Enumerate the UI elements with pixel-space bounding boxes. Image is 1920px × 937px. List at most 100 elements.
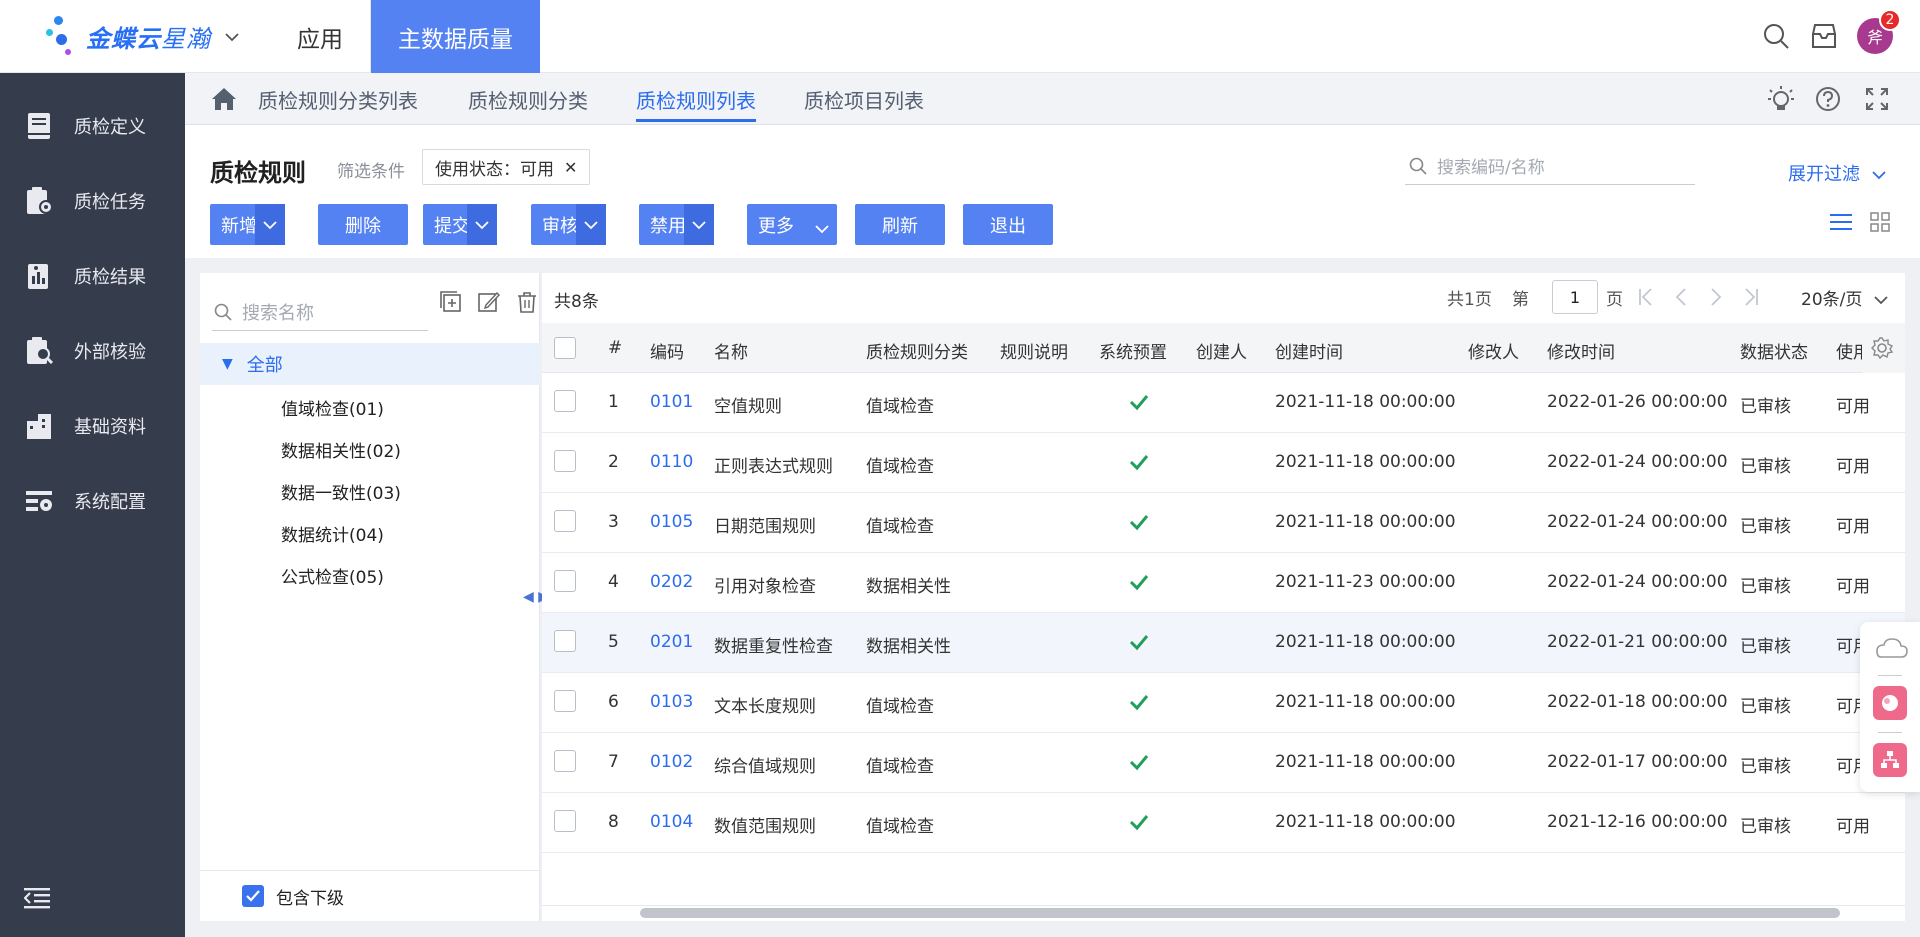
add-node-icon[interactable]	[440, 291, 462, 317]
close-icon[interactable]: ✕	[564, 158, 577, 177]
chevron-down-icon[interactable]	[684, 204, 714, 245]
tab-rule-list[interactable]: 质检规则列表	[636, 73, 756, 125]
column-header[interactable]: 编码	[650, 338, 684, 363]
column-header[interactable]: 修改人	[1468, 338, 1519, 363]
cell-code[interactable]: 0110	[650, 452, 693, 472]
cell-code[interactable]: 0105	[650, 512, 693, 532]
tree-node[interactable]: 数据统计(04)	[281, 521, 384, 546]
table-row[interactable]: 8 0104 数值范围规则 值域检查 2021-11-18 00:00:00 2021-1…	[542, 793, 1905, 853]
table-row[interactable]: 4 0202 引用对象检查 数据相关性 2021-11-23 00:00:00 2022-…	[542, 553, 1905, 613]
collapse-sidebar-icon[interactable]	[23, 886, 50, 910]
tab-item-list[interactable]: 质检项目列表	[804, 73, 924, 125]
table-row[interactable]: 1 0101 空值规则 值域检查 2021-11-18 00:00:00 2022-01-…	[542, 373, 1905, 433]
page-size-select[interactable]: 20条/页	[1801, 285, 1888, 310]
cell-code[interactable]: 0201	[650, 632, 693, 652]
search-icon[interactable]	[1762, 22, 1790, 50]
lightbulb-icon[interactable]	[1767, 85, 1795, 117]
row-checkbox[interactable]	[554, 810, 576, 832]
chevron-down-icon[interactable]	[255, 204, 285, 245]
next-page-icon[interactable]	[1709, 287, 1723, 311]
row-checkbox[interactable]	[554, 570, 576, 592]
prev-page-icon[interactable]	[1674, 287, 1688, 311]
tree-node[interactable]: 数据相关性(02)	[281, 437, 401, 462]
row-checkbox[interactable]	[554, 630, 576, 652]
refresh-button[interactable]: 刷新	[855, 204, 945, 245]
horizontal-scrollbar-thumb[interactable]	[640, 908, 1840, 918]
include-children-checkbox[interactable]	[242, 885, 264, 907]
tree-node[interactable]: 值域检查(01)	[281, 395, 384, 420]
column-header[interactable]: 数据状态	[1740, 338, 1808, 363]
cell-code[interactable]: 0202	[650, 572, 693, 592]
brand-logo[interactable]: 金蝶云星瀚	[46, 12, 239, 60]
sidebar-item-quality-result[interactable]: 质检结果	[0, 246, 185, 306]
add-button[interactable]: 新增	[210, 204, 285, 245]
search-input[interactable]: 搜索编码/名称	[1405, 147, 1695, 185]
fullscreen-icon[interactable]	[1865, 87, 1889, 115]
chevron-down-icon[interactable]	[467, 204, 497, 245]
globe-app-icon[interactable]	[1873, 686, 1907, 720]
submit-button[interactable]: 提交	[423, 204, 497, 245]
column-header[interactable]: 系统预置	[1099, 338, 1167, 363]
caret-down-icon[interactable]: ▼	[222, 356, 233, 372]
cell-code[interactable]: 0102	[650, 752, 693, 772]
sidebar-item-quality-task[interactable]: 质检任务	[0, 171, 185, 231]
edit-icon[interactable]	[478, 291, 500, 317]
help-icon[interactable]	[1815, 86, 1841, 116]
exit-button[interactable]: 退出	[963, 204, 1053, 245]
table-row[interactable]: 7 0102 综合值域规则 值域检查 2021-11-18 00:00:00 2022-0…	[542, 733, 1905, 793]
nav-master-data-quality[interactable]: 主数据质量	[371, 0, 540, 73]
cell-code[interactable]: 0101	[650, 392, 693, 412]
mail-icon[interactable]	[1810, 22, 1838, 50]
audit-button[interactable]: 审核	[531, 204, 606, 245]
column-header[interactable]: #	[608, 338, 622, 358]
column-header[interactable]: 创建时间	[1275, 338, 1343, 363]
column-header[interactable]: 创建人	[1196, 338, 1247, 363]
cloud-icon[interactable]	[1872, 636, 1908, 664]
more-button[interactable]: 更多	[747, 204, 837, 245]
disable-button[interactable]: 禁用	[639, 204, 714, 245]
chevron-down-icon[interactable]	[576, 204, 606, 245]
cell-use: 可用	[1836, 817, 1870, 837]
table-row[interactable]: 2 0110 正则表达式规则 值域检查 2021-11-18 00:00:00 2022-…	[542, 433, 1905, 493]
select-all-checkbox[interactable]	[554, 337, 576, 359]
row-checkbox[interactable]	[554, 750, 576, 772]
expand-filter-link[interactable]: 展开过滤	[1788, 160, 1886, 186]
list-view-icon[interactable]	[1830, 212, 1852, 236]
gear-icon[interactable]	[1870, 336, 1894, 364]
column-header[interactable]: 质检规则分类	[866, 338, 968, 363]
first-page-icon[interactable]	[1637, 287, 1655, 311]
cell-code[interactable]: 0103	[650, 692, 693, 712]
column-header[interactable]: 规则说明	[1000, 338, 1068, 363]
tree-node-all[interactable]: ▼ 全部	[200, 343, 540, 385]
sidebar-item-system-config[interactable]: 系统配置	[0, 471, 185, 531]
cell-name: 空值规则	[714, 397, 782, 417]
cell-code[interactable]: 0104	[650, 812, 693, 832]
grid-view-icon[interactable]	[1870, 212, 1890, 236]
row-checkbox[interactable]	[554, 390, 576, 412]
row-checkbox[interactable]	[554, 690, 576, 712]
column-header[interactable]: 修改时间	[1547, 338, 1615, 363]
table-row[interactable]: 5 0201 数据重复性检查 数据相关性 2021-11-18 00:00:00 2022…	[542, 613, 1905, 673]
column-header[interactable]: 名称	[714, 338, 748, 363]
home-icon[interactable]	[211, 87, 237, 115]
row-checkbox[interactable]	[554, 510, 576, 532]
filter-chip[interactable]: 使用状态：可用 ✕	[422, 149, 591, 185]
sidebar-item-quality-definition[interactable]: 质检定义	[0, 96, 185, 156]
sidebar-item-basic-data[interactable]: 基础资料	[0, 396, 185, 456]
tab-rule-category-list[interactable]: 质检规则分类列表	[258, 73, 418, 125]
tree-node[interactable]: 数据一致性(03)	[281, 479, 401, 504]
tree-search-input[interactable]: 搜索名称	[212, 293, 428, 331]
table-row[interactable]: 6 0103 文本长度规则 值域检查 2021-11-18 00:00:00 2022-0…	[542, 673, 1905, 733]
last-page-icon[interactable]	[1742, 287, 1760, 311]
delete-button[interactable]: 删除	[318, 204, 408, 245]
sidebar-item-external-verification[interactable]: 外部核验	[0, 321, 185, 381]
page-number-input[interactable]: 1	[1552, 280, 1598, 314]
nav-app[interactable]: 应用	[270, 0, 370, 73]
tree-node[interactable]: 公式检查(05)	[281, 563, 384, 588]
tab-rule-category[interactable]: 质检规则分类	[468, 73, 588, 125]
chevron-down-icon[interactable]	[225, 27, 239, 46]
org-chart-icon[interactable]	[1873, 743, 1907, 777]
table-row[interactable]: 3 0105 日期范围规则 值域检查 2021-11-18 00:00:00 2022-0…	[542, 493, 1905, 553]
delete-icon[interactable]	[516, 291, 538, 317]
row-checkbox[interactable]	[554, 450, 576, 472]
